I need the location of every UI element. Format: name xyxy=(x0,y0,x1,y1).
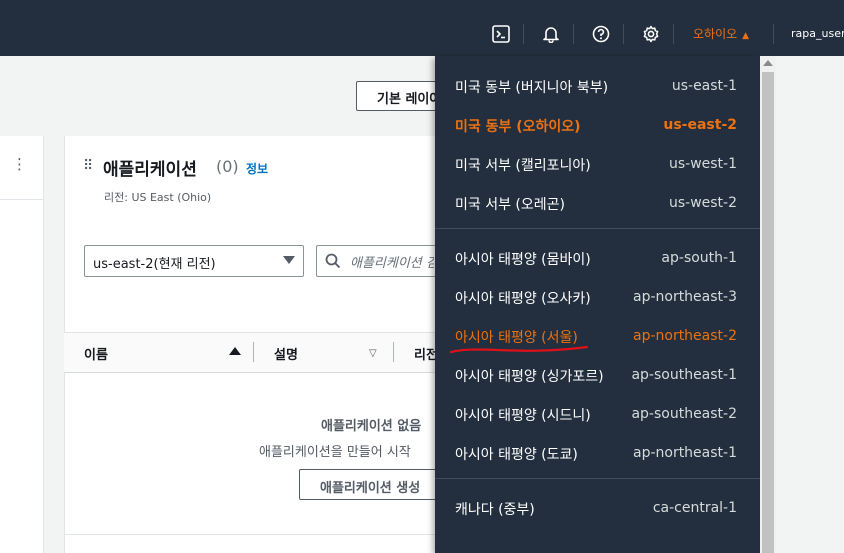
dropdown-group-separator xyxy=(435,478,760,479)
region-menu-item-us-east-2[interactable]: 미국 동부 (오하이오) us-east-2 xyxy=(435,105,760,144)
search-placeholder: 애플리케이션 검색 xyxy=(350,256,434,271)
region-name: 아시아 태평양 (싱가포르) xyxy=(455,369,604,385)
region-menu-item-ap-southeast-2[interactable]: 아시아 태평양 (시드니) ap-southeast-2 xyxy=(435,394,760,433)
region-code: us-west-1 xyxy=(668,156,737,172)
region-code: ap-northeast-1 xyxy=(632,445,737,461)
region-selector-label: 오하이오 xyxy=(693,27,738,41)
nav-separator xyxy=(673,24,674,44)
region-menu-item-ap-south-1[interactable]: 아시아 태평양 (뭄바이) ap-south-1 xyxy=(435,238,760,277)
region-code: us-east-1 xyxy=(671,78,737,94)
empty-state-title: 애플리케이션 없음 xyxy=(321,419,422,434)
info-link[interactable]: 정보 xyxy=(246,160,268,177)
region-code: ap-northeast-2 xyxy=(632,328,737,344)
column-separator xyxy=(393,342,394,362)
region-selector-button[interactable]: 오하이오 ▲ xyxy=(693,25,749,42)
region-menu-item-ap-southeast-1[interactable]: 아시아 태평양 (싱가포르) ap-southeast-1 xyxy=(435,355,760,394)
help-icon[interactable] xyxy=(591,24,611,44)
region-code: ca-central-1 xyxy=(652,500,737,516)
more-options-icon[interactable]: ⋮ xyxy=(12,157,27,172)
create-application-button[interactable]: 애플리케이션 생성 xyxy=(299,469,444,500)
region-menu-item-us-east-1[interactable]: 미국 동부 (버지니아 북부) us-east-1 xyxy=(435,66,760,105)
widget-region-subtitle: 리전: US East (Ohio) xyxy=(104,191,212,204)
region-name: 아시아 태평양 (시드니) xyxy=(455,408,591,424)
region-name: 아시아 태평양 (오사카) xyxy=(455,291,591,307)
caret-down-icon xyxy=(283,256,295,264)
region-name: 미국 동부 (오하이오) xyxy=(455,119,581,135)
dropdown-group-separator xyxy=(435,228,760,229)
nav-separator xyxy=(523,24,524,44)
sort-descending-icon[interactable]: ▽ xyxy=(369,348,377,359)
region-name: 미국 동부 (버지니아 북부) xyxy=(455,80,609,96)
search-icon xyxy=(325,253,341,269)
widget-divider xyxy=(64,534,444,535)
nav-separator xyxy=(773,24,774,44)
region-code: ap-northeast-3 xyxy=(632,289,737,305)
left-panel-divider xyxy=(0,199,44,200)
caret-up-icon: ▲ xyxy=(742,31,750,41)
region-name: 캐나다 (중부) xyxy=(455,502,535,518)
sort-ascending-icon[interactable] xyxy=(229,347,241,355)
widget-count: (0) xyxy=(216,157,239,176)
region-code: us-west-2 xyxy=(668,195,737,211)
empty-state-subtitle: 애플리케이션을 만들어 시작 xyxy=(259,445,411,460)
region-menu-item-ap-northeast-3[interactable]: 아시아 태평양 (오사카) ap-northeast-3 xyxy=(435,277,760,316)
settings-gear-icon[interactable] xyxy=(641,24,661,44)
region-menu-item-us-west-2[interactable]: 미국 서부 (오레곤) us-west-2 xyxy=(435,183,760,222)
region-code: ap-south-1 xyxy=(661,250,737,266)
region-filter-select[interactable]: us-east-2(현재 리전) xyxy=(84,245,304,277)
column-header-description[interactable]: 설명 xyxy=(274,344,298,363)
region-code: us-east-2 xyxy=(663,117,737,133)
scroll-up-arrow-icon[interactable] xyxy=(763,60,773,66)
region-name: 미국 서부 (캘리포니아) xyxy=(455,158,591,174)
region-menu-item-us-west-1[interactable]: 미국 서부 (캘리포니아) us-west-1 xyxy=(435,144,760,183)
region-menu-item-ap-northeast-1[interactable]: 아시아 태평양 (도쿄) ap-northeast-1 xyxy=(435,433,760,472)
nav-separator xyxy=(573,24,574,44)
default-layout-button[interactable]: 기본 레이아웃 xyxy=(356,81,442,111)
region-name: 아시아 태평양 (도쿄) xyxy=(455,447,578,463)
column-separator xyxy=(253,342,254,362)
widget-title: 애플리케이션 xyxy=(103,160,197,180)
notifications-bell-icon[interactable] xyxy=(541,24,561,44)
red-underline-annotation xyxy=(449,345,589,354)
drag-handle-icon[interactable]: ⠿ xyxy=(83,158,93,174)
table-header xyxy=(64,332,444,373)
region-code: ap-southeast-1 xyxy=(631,367,737,383)
scrollbar-thumb[interactable] xyxy=(762,72,774,553)
account-menu-button[interactable]: rapa_user xyxy=(791,27,844,40)
region-code: ap-southeast-2 xyxy=(631,406,737,422)
region-dropdown-menu: 미국 동부 (버지니아 북부) us-east-1 미국 동부 (오하이오) us-e… xyxy=(435,56,760,553)
region-name: 미국 서부 (오레곤) xyxy=(455,197,565,213)
region-name: 아시아 태평양 (뭄바이) xyxy=(455,252,591,268)
nav-separator xyxy=(623,24,624,44)
region-menu-item-ca-central-1[interactable]: 캐나다 (중부) ca-central-1 xyxy=(435,488,760,527)
column-header-name[interactable]: 이름 xyxy=(84,344,108,363)
cloudshell-icon[interactable] xyxy=(491,24,511,44)
